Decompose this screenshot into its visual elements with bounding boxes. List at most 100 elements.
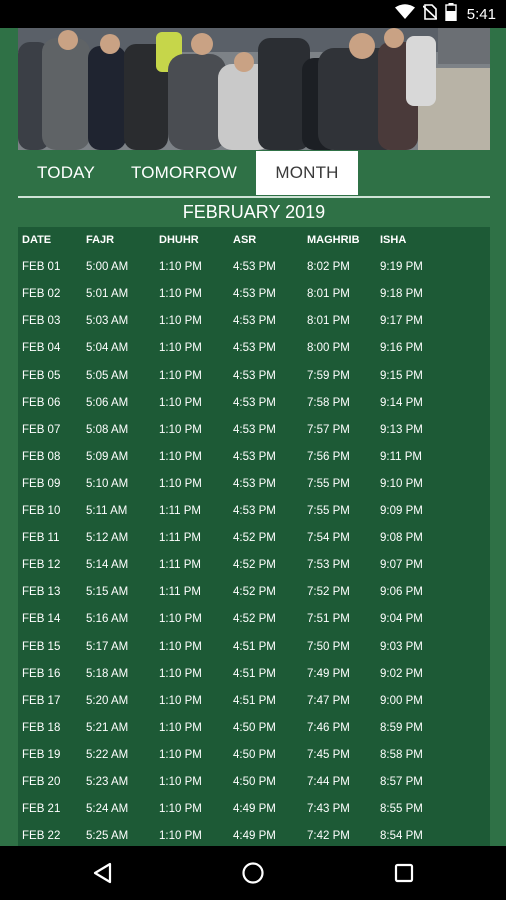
cell-maghrib: 7:43 PM [307, 803, 350, 816]
cell-date: FEB 02 [22, 288, 61, 301]
header-maghrib: MAGHRIB [307, 234, 360, 246]
cell-date: FEB 01 [22, 261, 61, 274]
home-icon [242, 862, 264, 884]
cell-fajr: 5:21 AM [86, 721, 129, 734]
cell-fajr: 5:04 AM [86, 342, 129, 355]
table-row: FEB 19 5:22 AM 1:10 PM 4:50 PM 7:45 PM 8:58 P… [18, 742, 490, 769]
recents-icon [394, 863, 414, 883]
tab-month[interactable]: MONTH [256, 151, 358, 195]
month-title: FEBRUARY 2019 [182, 202, 326, 222]
cell-date: FEB 13 [22, 586, 61, 599]
cell-isha: 9:19 PM [380, 261, 423, 274]
header-dhuhr: DHUHR [159, 234, 199, 246]
table-row: FEB 10 5:11 AM 1:11 PM 4:53 PM 7:55 PM 9:09 P… [18, 498, 490, 525]
cell-fajr: 5:12 AM [86, 532, 129, 545]
cell-asr: 4:49 PM [233, 803, 276, 816]
cell-date: FEB 18 [22, 721, 61, 734]
navigation-bar [0, 846, 506, 900]
cell-dhuhr: 1:10 PM [159, 369, 202, 382]
cell-maghrib: 7:58 PM [307, 396, 350, 409]
cell-date: FEB 11 [22, 532, 60, 545]
header-fajr: FAJR [86, 234, 115, 246]
cell-isha: 8:57 PM [380, 776, 423, 788]
table-row: FEB 07 5:08 AM 1:10 PM 4:53 PM 7:57 PM 9:13 P… [18, 417, 490, 444]
cell-isha: 9:04 PM [380, 613, 423, 626]
cell-maghrib: 7:49 PM [307, 667, 350, 680]
cell-dhuhr: 1:10 PM [159, 261, 202, 274]
home-button[interactable] [223, 846, 283, 900]
cell-date: FEB 22 [22, 830, 61, 843]
cell-asr: 4:53 PM [233, 288, 276, 301]
table-row: FEB 02 5:01 AM 1:10 PM 4:53 PM 8:01 PM 9:18 P… [18, 281, 490, 308]
cell-maghrib: 8:01 PM [307, 315, 350, 328]
cell-isha: 9:06 PM [380, 586, 423, 599]
cell-date: FEB 16 [22, 667, 61, 680]
back-button[interactable] [72, 846, 132, 900]
cell-date: FEB 07 [22, 423, 61, 436]
cell-fajr: 5:17 AM [86, 640, 129, 653]
table-row: FEB 18 5:21 AM 1:10 PM 4:50 PM 7:46 PM 8:59 P… [18, 715, 490, 742]
cell-isha: 9:15 PM [380, 369, 423, 382]
tab-tomorrow[interactable]: TOMORROW [122, 150, 246, 196]
cell-dhuhr: 1:10 PM [159, 694, 202, 707]
cell-fajr: 5:14 AM [86, 559, 129, 572]
cell-maghrib: 7:44 PM [307, 776, 350, 788]
cell-date: FEB 15 [22, 640, 61, 653]
cell-dhuhr: 1:11 PM [159, 586, 201, 599]
table-row: FEB 05 5:05 AM 1:10 PM 4:53 PM 7:59 PM 9:15 P… [18, 363, 490, 390]
cell-dhuhr: 1:10 PM [159, 423, 202, 436]
table-row: FEB 08 5:09 AM 1:10 PM 4:53 PM 7:56 PM 9:11 P… [18, 444, 490, 471]
cell-asr: 4:53 PM [233, 369, 276, 382]
cell-isha: 8:58 PM [380, 748, 423, 761]
cell-asr: 4:53 PM [233, 450, 276, 463]
cell-maghrib: 7:55 PM [307, 505, 350, 517]
cell-date: FEB 03 [22, 315, 61, 328]
status-icons: 5:41 [394, 2, 496, 25]
cell-fajr: 5:00 AM [86, 261, 129, 274]
cell-isha: 9:16 PM [380, 342, 423, 355]
cell-isha: 9:03 PM [380, 640, 423, 653]
cell-dhuhr: 1:10 PM [159, 748, 202, 761]
cell-maghrib: 7:45 PM [307, 748, 350, 761]
cell-asr: 4:50 PM [233, 748, 276, 761]
cell-maghrib: 7:56 PM [307, 450, 350, 463]
cell-fajr: 5:22 AM [86, 748, 129, 761]
cell-asr: 4:53 PM [233, 261, 276, 274]
table-row: FEB 13 5:15 AM 1:11 PM 4:52 PM 7:52 PM 9:06 P… [18, 579, 490, 606]
cell-fajr: 5:09 AM [86, 450, 129, 463]
table-row: FEB 22 5:25 AM 1:10 PM 4:49 PM 7:42 PM 8:54 P… [18, 823, 490, 846]
cell-isha: 8:55 PM [380, 803, 423, 816]
cell-dhuhr: 1:10 PM [159, 776, 202, 788]
cell-date: FEB 05 [22, 369, 61, 382]
cell-isha: 9:00 PM [380, 694, 423, 707]
cell-date: FEB 09 [22, 477, 61, 490]
cell-dhuhr: 1:10 PM [159, 667, 202, 680]
cell-maghrib: 7:51 PM [307, 613, 350, 626]
cell-date: FEB 06 [22, 396, 61, 409]
table-row: FEB 15 5:17 AM 1:10 PM 4:51 PM 7:50 PM 9:03 P… [18, 634, 490, 661]
cell-asr: 4:52 PM [233, 586, 276, 599]
no-sim-icon [422, 3, 438, 25]
cell-dhuhr: 1:10 PM [159, 830, 202, 843]
status-bar: 5:41 [0, 0, 506, 28]
cell-dhuhr: 1:10 PM [159, 342, 202, 355]
cell-asr: 4:52 PM [233, 532, 276, 545]
cell-asr: 4:51 PM [233, 667, 276, 680]
recents-button[interactable] [374, 846, 434, 900]
table-row: FEB 11 5:12 AM 1:11 PM 4:52 PM 7:54 PM 9:08 P… [18, 525, 490, 552]
cell-isha: 9:02 PM [380, 667, 423, 680]
cell-isha: 9:14 PM [380, 396, 423, 409]
cell-asr: 4:53 PM [233, 342, 276, 355]
cell-asr: 4:53 PM [233, 505, 276, 517]
header-date: DATE [22, 234, 52, 246]
table-row: FEB 17 5:20 AM 1:10 PM 4:51 PM 7:47 PM 9:00 P… [18, 688, 490, 715]
cell-fajr: 5:01 AM [86, 288, 129, 301]
cell-fajr: 5:05 AM [86, 369, 129, 382]
cell-isha: 9:11 PM [380, 450, 422, 463]
cell-isha: 9:08 PM [380, 532, 423, 545]
cell-date: FEB 19 [22, 748, 61, 761]
table-row: FEB 20 5:23 AM 1:10 PM 4:50 PM 7:44 PM 8:57 P… [18, 769, 490, 796]
tab-today[interactable]: TODAY [18, 150, 114, 196]
cell-dhuhr: 1:11 PM [159, 532, 201, 545]
header-asr: ASR [233, 234, 257, 246]
